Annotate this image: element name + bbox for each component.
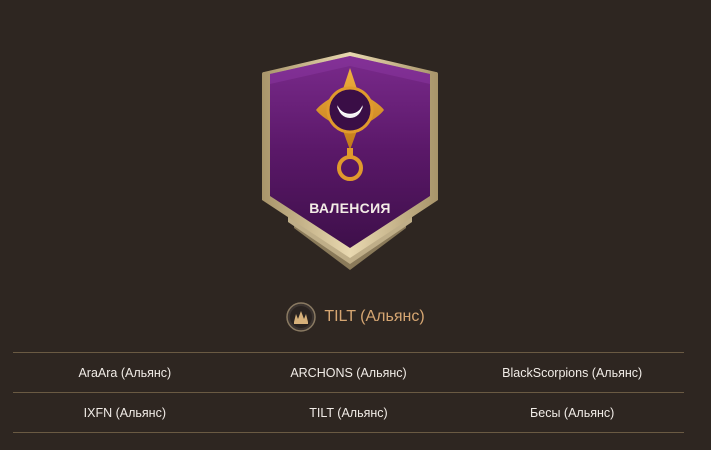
crest-shield-graphic	[262, 52, 438, 270]
alliance-list: AraAra (Альянс) ARCHONS (Альянс) BlackSc…	[13, 352, 684, 433]
table-row: AraAra (Альянс) ARCHONS (Альянс) BlackSc…	[13, 353, 684, 393]
table-row: IXFN (Альянс) TILT (Альянс) Бесы (Альянс…	[13, 393, 684, 433]
alliance-cell[interactable]: ARCHONS (Альянс)	[237, 353, 461, 392]
territory-crest: ВАЛЕНСИЯ	[258, 50, 442, 275]
alliance-cell[interactable]: AraAra (Альянс)	[13, 353, 237, 392]
owner-alliance[interactable]: TILT (Альянс)	[0, 300, 711, 334]
territory-name: ВАЛЕНСИЯ	[309, 200, 391, 216]
alliance-cell[interactable]: TILT (Альянс)	[237, 393, 461, 432]
alliance-cell[interactable]: IXFN (Альянс)	[13, 393, 237, 432]
alliance-cell[interactable]: Бесы (Альянс)	[460, 393, 684, 432]
alliance-cell[interactable]: BlackScorpions (Альянс)	[460, 353, 684, 392]
territory-page: ВАЛЕНСИЯ TILT (Альянс) AraAra (Альянс) A…	[0, 0, 711, 450]
owner-alliance-label: TILT (Альянс)	[324, 308, 425, 325]
alliance-crest-icon	[286, 302, 317, 332]
